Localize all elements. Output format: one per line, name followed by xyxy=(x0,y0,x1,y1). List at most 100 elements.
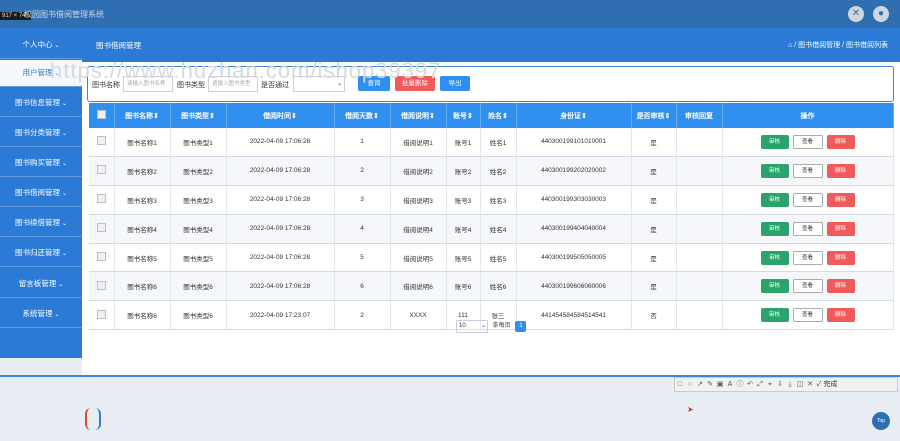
cell-reply xyxy=(676,156,723,186)
review-button[interactable]: 审核 xyxy=(760,308,789,323)
sidebar-item-label: 图书归还管理 xyxy=(14,248,60,257)
sidebar-item-book-borrow[interactable]: 图书借阅管理 ⌄ xyxy=(0,180,82,207)
sidebar-item-label: 系统管理 xyxy=(22,309,53,318)
table-row: 图书名称3 图书类型3 2022-04-09 17:06:28 3 借阅说明3 账号3 姓名… xyxy=(89,185,894,215)
delete-button[interactable]: 删除 xyxy=(826,279,855,294)
mosaic-icon[interactable]: ▣ xyxy=(715,378,725,391)
column-header[interactable]: 图书名称⇕ xyxy=(114,103,171,128)
sidebar-item-personal-center[interactable]: 个人中心 ⌄ xyxy=(0,32,82,59)
delete-button[interactable]: 删除 xyxy=(826,192,855,207)
chevron-down-icon: ⌄ xyxy=(61,161,68,167)
cell-name: 图书名称6 xyxy=(114,271,171,302)
sidebar-item-book-category[interactable]: 图书分类管理 ⌄ xyxy=(0,120,82,147)
download-icon[interactable]: ⇩ xyxy=(775,378,785,391)
view-button[interactable]: 查看 xyxy=(792,250,823,265)
delete-button[interactable]: 删除 xyxy=(826,163,855,178)
row-checkbox[interactable] xyxy=(96,194,106,204)
column-header[interactable]: 是否审核⇕ xyxy=(631,103,677,128)
select-all-checkbox[interactable] xyxy=(96,110,106,119)
view-button[interactable]: 查看 xyxy=(792,192,823,207)
column-header[interactable]: 图书类型⇕ xyxy=(170,103,227,128)
delete-button[interactable]: 删除 xyxy=(826,134,855,149)
sidebar-item-book-renew[interactable]: 图书续借管理 ⌄ xyxy=(0,210,82,237)
chevron-down-icon: ⌄ xyxy=(61,251,68,257)
delete-button[interactable]: 删除 xyxy=(826,308,855,323)
row-actions: 审核 查看 删除 xyxy=(722,156,894,186)
view-button[interactable]: 查看 xyxy=(792,221,823,236)
sidebar-item-message-board[interactable]: 留言板管理 ⌄ xyxy=(0,271,82,298)
number-icon[interactable]: ⓘ xyxy=(735,378,745,391)
back-to-top-button[interactable]: Top xyxy=(872,412,890,430)
cell-type: 图书类型4 xyxy=(170,214,227,244)
cell-note: 借阅说明6 xyxy=(390,271,447,302)
copy-icon[interactable]: ◫ xyxy=(795,378,805,391)
delete-button[interactable]: 删除 xyxy=(826,250,855,265)
review-button[interactable]: 审核 xyxy=(760,134,789,149)
row-checkbox[interactable] xyxy=(96,223,106,233)
row-select-cell[interactable] xyxy=(89,243,115,273)
chevron-down-icon: ⌄ xyxy=(54,43,60,49)
column-header[interactable]: 借阅天数⇕ xyxy=(334,103,391,128)
review-button[interactable]: 审核 xyxy=(760,279,789,294)
pin-icon[interactable]: ⌖ xyxy=(765,378,775,391)
view-button[interactable]: 查看 xyxy=(792,163,823,178)
row-checkbox[interactable] xyxy=(96,165,106,175)
row-select-cell[interactable] xyxy=(89,128,115,157)
page-number-current[interactable]: 1 xyxy=(515,321,527,332)
select-all-header[interactable] xyxy=(89,103,115,128)
column-header[interactable]: 借阅说明⇕ xyxy=(390,103,447,128)
rectangle-icon[interactable]: □ xyxy=(675,378,685,391)
sidebar-item-book-info[interactable]: 图书信息管理 ⌄ xyxy=(0,90,82,117)
undo-icon[interactable]: ↶ xyxy=(745,378,755,391)
close-icon[interactable]: ✕ xyxy=(848,6,864,22)
sidebar-item-system[interactable]: 系统管理 ⌄ xyxy=(0,301,82,328)
page-size-select[interactable]: 10 ⌄ xyxy=(456,320,488,333)
column-header[interactable]: 姓名⇕ xyxy=(480,103,517,128)
row-select-cell[interactable] xyxy=(89,185,115,215)
cell-reply xyxy=(676,300,723,331)
row-select-cell[interactable] xyxy=(89,214,115,244)
review-button[interactable]: 审核 xyxy=(760,221,789,236)
review-button[interactable]: 审核 xyxy=(760,192,789,207)
view-button[interactable]: 查看 xyxy=(792,279,823,294)
row-select-cell[interactable] xyxy=(89,271,115,302)
cell-account: 账号6 xyxy=(446,271,481,302)
save-icon[interactable]: ⤓ xyxy=(785,378,795,391)
column-header[interactable]: 身份证⇕ xyxy=(516,103,632,128)
cell-name: 图书名称5 xyxy=(114,243,171,273)
sidebar-item-label: 图书借阅管理 xyxy=(14,188,60,197)
close-icon[interactable]: ✕ xyxy=(805,378,815,391)
column-header[interactable]: 账号⇕ xyxy=(446,103,481,128)
row-checkbox[interactable] xyxy=(96,309,106,319)
row-select-cell[interactable] xyxy=(89,156,115,186)
row-checkbox[interactable] xyxy=(96,280,106,290)
page-title: 图书借阅管理 xyxy=(96,41,141,50)
review-button[interactable]: 审核 xyxy=(760,163,789,178)
resize-icon[interactable]: ⤢ xyxy=(755,378,765,391)
view-button[interactable]: 查看 xyxy=(792,134,823,149)
cell-audited: 是 xyxy=(631,243,677,273)
column-header: 操作 xyxy=(722,103,894,128)
sidebar-item-book-purchase[interactable]: 图书购买管理 ⌄ xyxy=(0,150,82,177)
cell-reply xyxy=(676,243,723,273)
breadcrumb[interactable]: ⌂ / 图书借阅管理 / 图书借阅列表 xyxy=(788,40,888,50)
export-button[interactable]: 导出 xyxy=(440,76,470,91)
done-button[interactable]: ✓ 完成 xyxy=(815,378,839,391)
column-header[interactable]: 借阅时间⇕ xyxy=(226,103,335,128)
user-avatar-icon[interactable]: ● xyxy=(873,6,889,22)
cell-person: 姓名6 xyxy=(480,271,517,302)
row-select-cell[interactable] xyxy=(89,300,115,331)
sidebar-item-book-return[interactable]: 图书归还管理 ⌄ xyxy=(0,240,82,267)
circle-icon[interactable]: ○ xyxy=(685,378,695,391)
view-button[interactable]: 查看 xyxy=(792,308,823,323)
arrow-icon[interactable]: ↗ xyxy=(695,378,705,391)
watermark: https://www.huzhan.com/ishop39397 xyxy=(50,58,442,83)
cell-audited: 是 xyxy=(631,214,677,244)
delete-button[interactable]: 删除 xyxy=(826,221,855,236)
row-checkbox[interactable] xyxy=(96,136,106,146)
pen-icon[interactable]: ✎ xyxy=(705,378,715,391)
text-icon[interactable]: A xyxy=(725,378,735,391)
cell-note: 借阅说明5 xyxy=(390,243,447,273)
row-checkbox[interactable] xyxy=(96,252,106,261)
review-button[interactable]: 审核 xyxy=(760,250,789,265)
